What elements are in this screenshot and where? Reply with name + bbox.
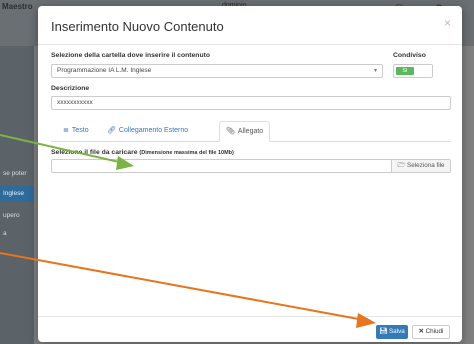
tab-allegato[interactable]: 📎︎ Allegato: [219, 121, 271, 142]
folder-open-icon: 🗁︎: [397, 162, 406, 169]
folder-select-value: Programmazione IA L.M. Inglese: [57, 67, 152, 74]
cancel-button[interactable]: ✕ Chiudi: [412, 325, 450, 339]
tab-collegamento-esterno[interactable]: 🔗︎ Collegamento Esterno: [101, 121, 194, 141]
description-label: Descrizione: [51, 85, 90, 92]
link-icon: 🔗︎: [107, 127, 116, 134]
tab-testo[interactable]: ≣ Testo: [57, 121, 95, 141]
background-sidebar: se poter Inglese upero a: [0, 46, 34, 344]
new-content-modal: Inserimento Nuovo Contenuto × Selezione …: [38, 6, 462, 342]
cancel-button-label: Chiudi: [425, 328, 444, 335]
text-icon: ≣: [63, 127, 69, 134]
modal-header: Inserimento Nuovo Contenuto ×: [38, 6, 462, 45]
modal-title: Inserimento Nuovo Contenuto: [51, 19, 224, 34]
shared-toggle[interactable]: SI: [393, 64, 433, 78]
modal-footer: 💾︎ Salva ✕ Chiudi: [38, 316, 462, 343]
file-path-input[interactable]: [51, 159, 391, 173]
chevron-down-icon: ▾: [373, 68, 377, 74]
file-upload-label: Selezione il file da caricare (Dimension…: [51, 149, 234, 156]
close-icon: ✕: [418, 328, 424, 335]
tab-testo-label: Testo: [71, 127, 89, 134]
background-sidebar-item: upero: [3, 212, 20, 219]
close-icon[interactable]: ×: [444, 16, 451, 30]
description-input[interactable]: xxxxxxxxxxx: [51, 96, 451, 110]
content-tabs: ≣ Testo 🔗︎ Collegamento Esterno 📎︎ Allegato: [51, 121, 451, 142]
paperclip-icon: 📎︎: [226, 128, 235, 135]
folder-label: Selezione della cartella dove inserire i…: [51, 52, 211, 59]
folder-select[interactable]: Programmazione IA L.M. Inglese ▾: [51, 64, 383, 78]
tab-allegato-label: Allegato: [237, 128, 264, 135]
select-file-label: Seleziona file: [407, 162, 445, 169]
background-sidebar-item: a: [3, 230, 7, 237]
save-button-label: Salva: [388, 328, 405, 335]
tab-collegamento-label: Collegamento Esterno: [118, 127, 189, 134]
background-sidebar-item-active: Inglese: [0, 186, 34, 202]
floppy-icon: 💾︎: [379, 328, 388, 335]
save-button[interactable]: 💾︎ Salva: [376, 325, 408, 339]
select-file-button[interactable]: 🗁︎ Seleziona file: [391, 159, 451, 173]
background-sidebar-item: se poter: [3, 170, 27, 177]
shared-label: Condiviso: [393, 52, 426, 59]
shared-toggle-on: SI: [396, 67, 414, 75]
description-value: xxxxxxxxxxx: [57, 99, 93, 106]
file-upload-label-text: Selezione il file da caricare: [51, 149, 138, 156]
file-upload-note: (Dimensione massima del file 10Mb): [139, 150, 234, 156]
background-title: Maestro: [2, 2, 33, 11]
